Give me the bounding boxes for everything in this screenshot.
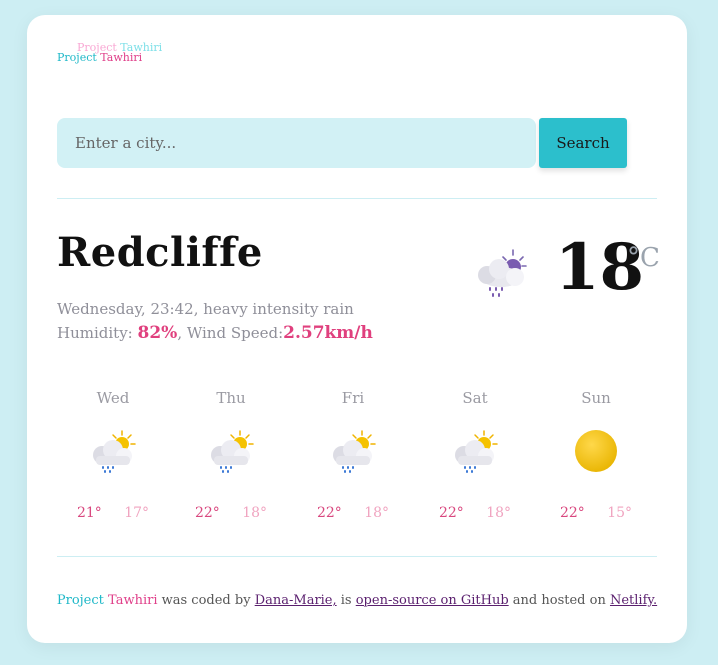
sun-cloud-rain-icon (455, 430, 498, 473)
forecast-temps: 22° 18° (415, 505, 535, 521)
forecast-day-name: Fri (341, 389, 365, 407)
forecast-max: 22° (559, 505, 585, 521)
forecast-min: 18° (364, 505, 390, 521)
temperature-unit[interactable]: °C (627, 243, 660, 273)
search-input[interactable] (57, 118, 536, 168)
footer-text: and hosted on (508, 593, 610, 608)
date-description: Wednesday, 23:42, heavy intensity rain (57, 300, 354, 318)
sun-cloud-rain-icon (211, 430, 254, 473)
netlify-link[interactable]: Netlify. (610, 593, 657, 608)
footer-brand-word2: Tawhiri (108, 593, 158, 608)
forecast-temps: 22° 15° (536, 505, 656, 521)
weather-card: Project Tawhiri Project Tawhiri Search R… (27, 15, 687, 643)
forecast-max: 21° (76, 505, 102, 521)
forecast-min: 18° (486, 505, 512, 521)
divider-bottom (57, 556, 657, 557)
logo-word2: Tawhiri (100, 51, 143, 64)
forecast-day: Thu 22° 18° (171, 389, 291, 529)
forecast-min: 18° (242, 505, 268, 521)
forecast-day: Sat 22° 18° (415, 389, 535, 529)
humidity-value: 82% (137, 323, 178, 343)
author-link[interactable]: Dana-Marie, (255, 593, 337, 608)
forecast-day-name: Sat (462, 389, 488, 407)
city-name: Redcliffe (57, 229, 263, 276)
forecast: Wed 21° 17° Thu 22° 18° Fri 22° 18° Sat … (57, 389, 657, 529)
footer-text: is (336, 593, 356, 608)
forecast-min: 17° (124, 505, 150, 521)
forecast-temps: 22° 18° (293, 505, 413, 521)
forecast-day: Wed 21° 17° (53, 389, 173, 529)
wind-value: 2.57km/h (283, 323, 373, 343)
footer-text: was coded by (157, 593, 255, 608)
logo-word1: Project (57, 51, 97, 64)
forecast-day-name: Wed (96, 389, 130, 407)
humidity-label: Humidity: (57, 324, 133, 342)
footer-brand-word1: Project (56, 593, 104, 608)
forecast-day-name: Sun (581, 389, 611, 407)
forecast-max: 22° (194, 505, 220, 521)
footer: Project Tawhiri was coded by Dana-Marie,… (27, 593, 687, 608)
current-details: Wednesday, 23:42, heavy intensity rain H… (57, 297, 373, 345)
forecast-day: Sun 22° 15° (536, 389, 656, 529)
divider-top (57, 198, 657, 199)
forecast-max: 22° (438, 505, 464, 521)
sun-cloud-rain-icon (93, 430, 136, 473)
github-link[interactable]: open-source on GitHub (356, 593, 509, 608)
forecast-temps: 22° 18° (171, 505, 291, 521)
forecast-min: 15° (607, 505, 633, 521)
forecast-temps: 21° 17° (53, 505, 173, 521)
humidity-wind-line: Humidity: 82%, Wind Speed:2.57km/h (57, 321, 373, 345)
forecast-day: Fri 22° 18° (293, 389, 413, 529)
night-cloud-rain-icon (478, 249, 527, 297)
logo-main: Project Tawhiri (57, 52, 142, 63)
search-button[interactable]: Search (539, 118, 627, 168)
sun-cloud-rain-icon (333, 430, 376, 473)
wind-label: , Wind Speed: (177, 324, 284, 342)
forecast-day-name: Thu (216, 389, 246, 407)
forecast-max: 22° (316, 505, 342, 521)
sun-icon (575, 430, 617, 472)
